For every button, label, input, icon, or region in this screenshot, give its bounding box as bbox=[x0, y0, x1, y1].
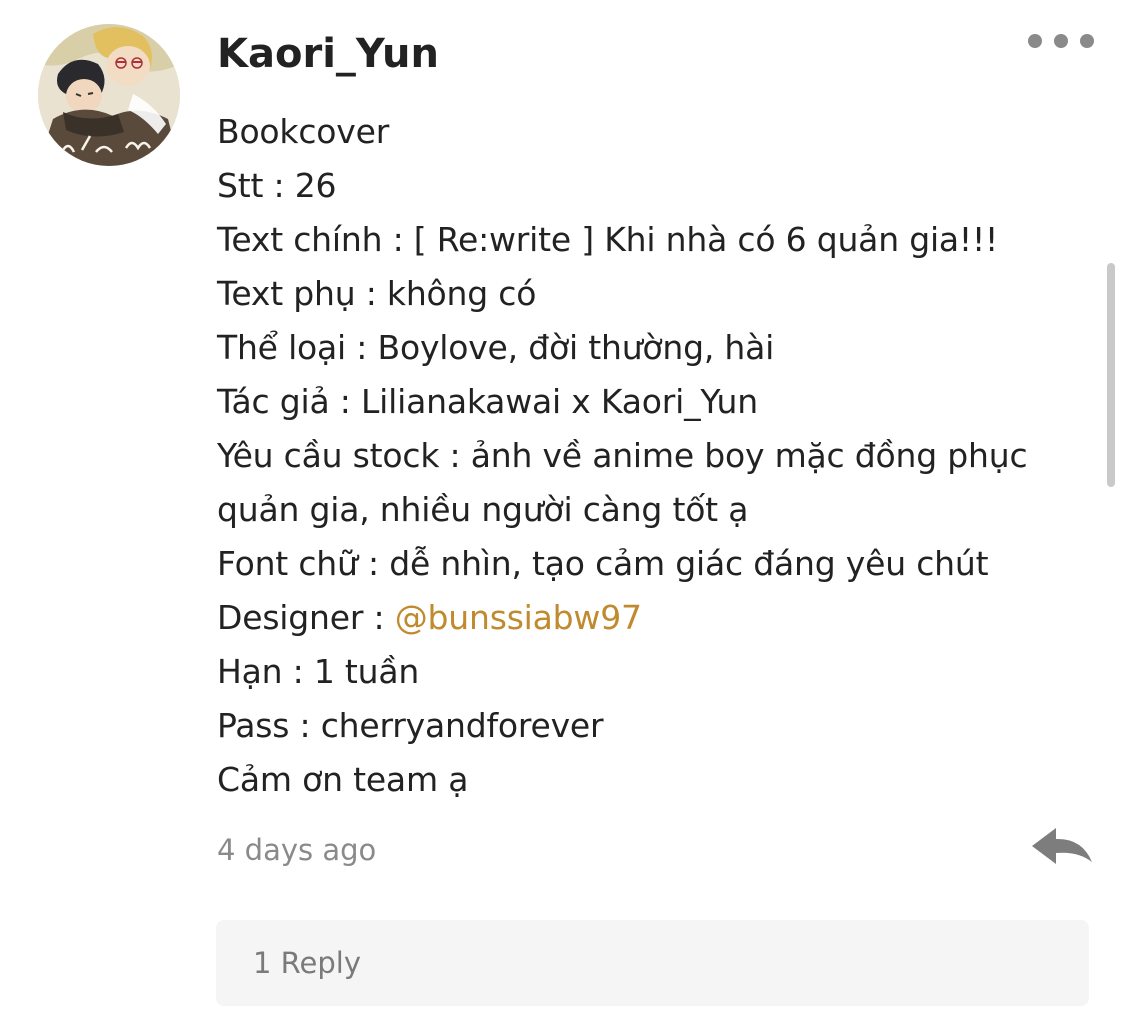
more-options-button[interactable] bbox=[1028, 28, 1094, 54]
comment-line: quản gia, nhiều người càng tốt ạ bbox=[217, 490, 749, 529]
comment-line: Cảm ơn team ạ bbox=[217, 760, 469, 799]
comment-line: Bookcover bbox=[217, 112, 390, 151]
comment-line: Text chính : [ Re:write ] Khi nhà có 6 q… bbox=[217, 220, 999, 259]
comment-line: Thể loại : Boylove, đời thường, hài bbox=[217, 328, 775, 367]
comment-line: Pass : cherryandforever bbox=[217, 706, 604, 745]
avatar[interactable] bbox=[38, 24, 180, 166]
view-replies-button[interactable]: 1 Reply bbox=[216, 920, 1089, 1006]
comment-line: Text phụ : không có bbox=[217, 274, 537, 313]
scrollbar[interactable] bbox=[1107, 263, 1115, 487]
comment-line: Stt : 26 bbox=[217, 166, 337, 205]
more-horizontal-icon bbox=[1028, 34, 1042, 48]
comment-line: Yêu cầu stock : ảnh về anime boy mặc đồn… bbox=[217, 436, 1028, 475]
comment-line: Tác giả : Lilianakawai x Kaori_Yun bbox=[217, 382, 758, 421]
reply-arrow-icon[interactable] bbox=[1030, 826, 1094, 874]
avatar-illustration bbox=[38, 24, 180, 166]
more-horizontal-icon-dot bbox=[1054, 34, 1068, 48]
comment-line: Hạn : 1 tuần bbox=[217, 652, 420, 691]
designer-label: Designer : bbox=[217, 598, 395, 637]
more-horizontal-icon-dot bbox=[1080, 34, 1094, 48]
comment-author[interactable]: Kaori_Yun bbox=[217, 28, 439, 80]
designer-line: Designer : @bunssiabw97 bbox=[217, 591, 1092, 645]
comment-body: Bookcover Stt : 26 Text chính : [ Re:wri… bbox=[217, 105, 1092, 807]
designer-mention-link[interactable]: @bunssiabw97 bbox=[395, 598, 642, 637]
replies-count-label: 1 Reply bbox=[253, 946, 361, 980]
comment-timestamp: 4 days ago bbox=[217, 833, 377, 867]
comment-line: Font chữ : dễ nhìn, tạo cảm giác đáng yê… bbox=[217, 544, 989, 583]
